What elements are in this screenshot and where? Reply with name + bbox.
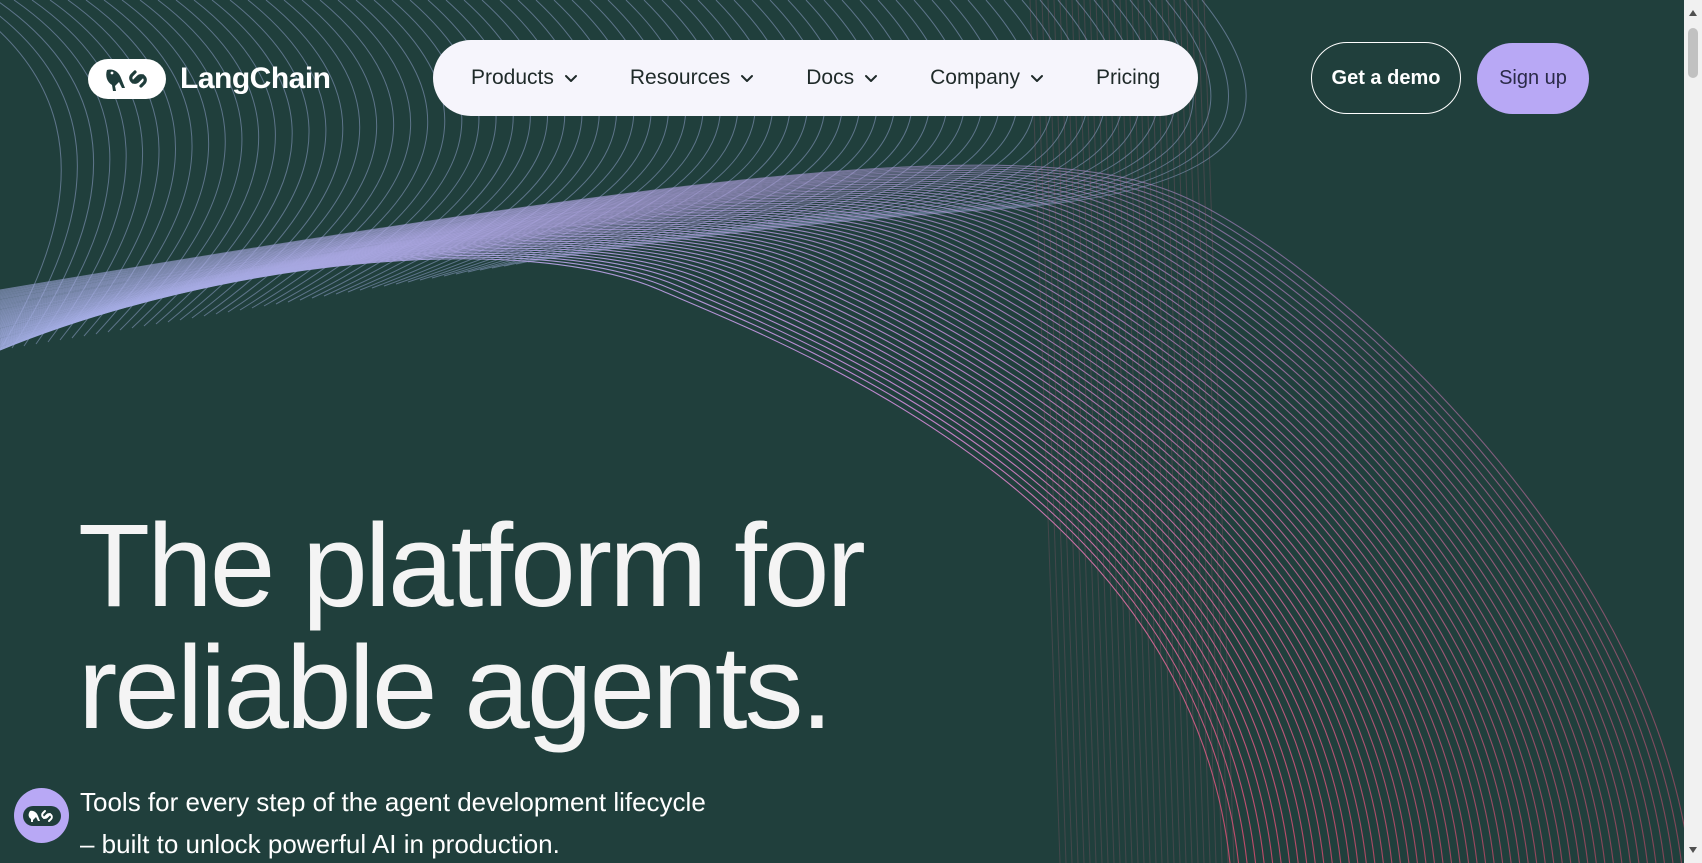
- brand-name: LangChain: [180, 62, 331, 95]
- hero-subtitle-line: Tools for every step of the agent develo…: [80, 787, 706, 817]
- logo-icon: [88, 59, 166, 99]
- main-nav: Products Resources Docs Company Pricing: [433, 40, 1198, 116]
- parrot-chain-icon: [22, 805, 61, 826]
- scroll-down-arrow-icon[interactable]: [1689, 847, 1697, 853]
- hero-subtitle-line: – built to unlock powerful AI in product…: [80, 829, 560, 859]
- hero-title: The platform for reliable agents.: [78, 505, 866, 749]
- parrot-chain-icon: [106, 69, 147, 91]
- nav-item-docs[interactable]: Docs: [806, 66, 878, 90]
- hero-title-line: The platform for: [78, 500, 866, 632]
- nav-item-products[interactable]: Products: [471, 66, 578, 90]
- logo[interactable]: LangChain: [88, 58, 331, 100]
- nav-item-resources[interactable]: Resources: [630, 66, 754, 90]
- scroll-thumb[interactable]: [1688, 28, 1698, 78]
- hero-title-line: reliable agents.: [78, 622, 833, 754]
- page: LangChain Products Resources Docs Compan…: [0, 0, 1702, 863]
- chevron-down-icon: [564, 71, 578, 85]
- nav-item-label: Products: [471, 66, 554, 89]
- nav-item-label: Pricing: [1096, 66, 1161, 89]
- vertical-scrollbar[interactable]: [1684, 0, 1702, 863]
- nav-item-company[interactable]: Company: [930, 66, 1044, 90]
- sign-up-button[interactable]: Sign up: [1477, 43, 1589, 114]
- nav-item-label: Docs: [806, 66, 855, 89]
- scroll-up-arrow-icon[interactable]: [1689, 10, 1697, 16]
- nav-item-label: Resources: [629, 66, 731, 89]
- chevron-down-icon: [1030, 71, 1044, 85]
- hero-subtitle: Tools for every step of the agent develo…: [80, 781, 800, 863]
- nav-item-pricing[interactable]: Pricing: [1096, 66, 1160, 90]
- nav-item-label: Company: [930, 66, 1021, 89]
- get-demo-button[interactable]: Get a demo: [1311, 42, 1461, 114]
- chevron-down-icon: [864, 71, 878, 85]
- chat-launcher-button[interactable]: [14, 788, 69, 843]
- chevron-down-icon: [740, 71, 754, 85]
